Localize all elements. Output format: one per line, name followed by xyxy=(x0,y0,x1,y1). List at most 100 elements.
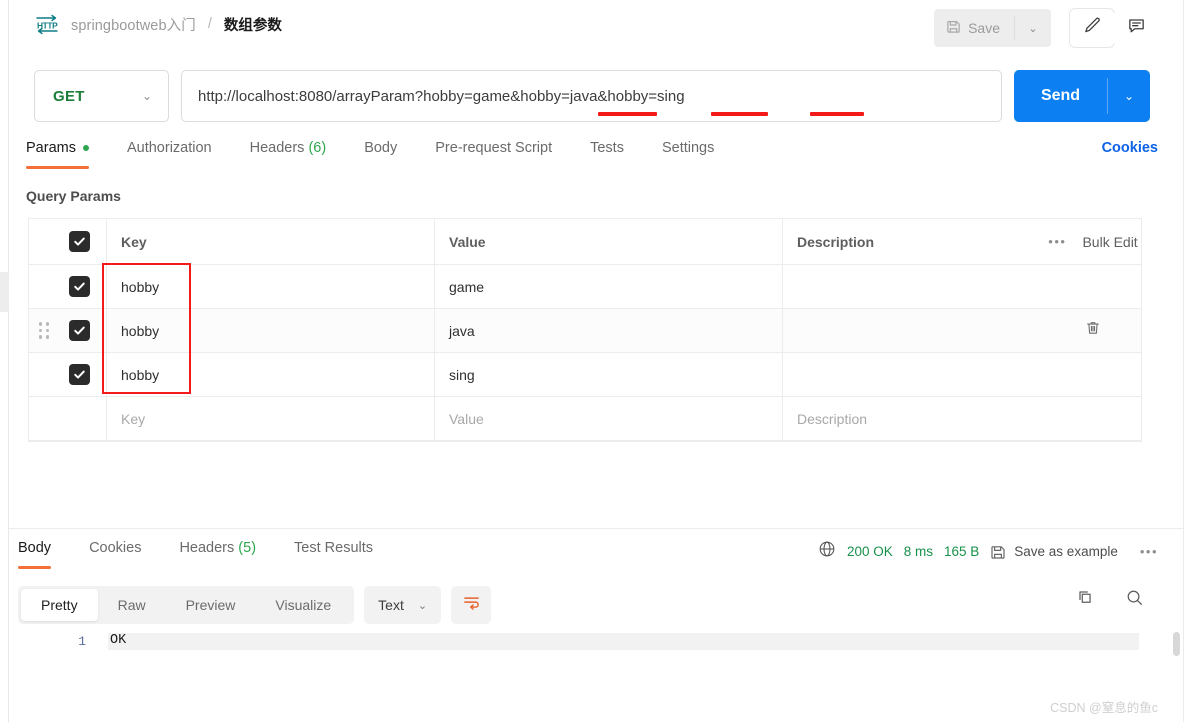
row-value-text: sing xyxy=(449,366,475,383)
ellipsis-icon[interactable]: ••• xyxy=(1140,545,1158,558)
header-actions: Save ⌄ xyxy=(934,9,1158,47)
bulk-edit-button[interactable]: Bulk Edit xyxy=(1082,234,1137,250)
params-modified-dot xyxy=(82,145,89,152)
chevron-down-icon: ⌄ xyxy=(417,599,428,612)
tab-tests[interactable]: Tests xyxy=(571,140,643,169)
placeholder-value-cell[interactable]: Value xyxy=(435,397,783,440)
placeholder-key-cell[interactable]: Key xyxy=(107,397,435,440)
save-group: Save ⌄ xyxy=(934,9,1051,47)
search-icon[interactable] xyxy=(1125,588,1144,612)
send-group: Send ⌄ xyxy=(1014,70,1150,122)
row-key-text: hobby xyxy=(121,322,160,339)
placeholder-checkbox-cell[interactable] xyxy=(59,397,107,440)
wrap-lines-button[interactable] xyxy=(451,586,492,624)
header-description-cell: Description xyxy=(783,219,1045,264)
tab-params[interactable]: Params xyxy=(26,140,108,169)
send-button[interactable]: Send xyxy=(1014,70,1107,122)
tab-headers-count: (6) xyxy=(308,140,327,156)
response-divider xyxy=(9,528,1184,529)
response-scrollbar[interactable] xyxy=(1173,632,1180,656)
tab-body[interactable]: Body xyxy=(345,140,416,169)
response-format-select[interactable]: Text ⌄ xyxy=(364,586,442,624)
tab-headers-label: Headers xyxy=(249,140,305,156)
checkbox-checked-icon[interactable] xyxy=(69,364,90,385)
trash-icon[interactable] xyxy=(1085,320,1101,341)
table-row: hobby game xyxy=(29,265,1141,309)
select-all-cell[interactable] xyxy=(59,219,107,264)
response-tab-body-label: Body xyxy=(18,540,52,556)
row-key-cell[interactable]: hobby xyxy=(107,265,435,308)
url-input[interactable]: http://localhost:8080/arrayParam?hobby=g… xyxy=(181,70,1002,122)
tab-pre-request-script[interactable]: Pre-request Script xyxy=(416,140,571,169)
row-value-cell[interactable]: java xyxy=(435,309,783,352)
row-key-cell[interactable]: hobby xyxy=(107,353,435,396)
sidebar-collapse-handle[interactable] xyxy=(0,272,9,312)
tab-headers[interactable]: Headers (6) xyxy=(231,140,346,169)
response-tab-body[interactable]: Body xyxy=(18,540,70,569)
method-select[interactable]: GET ⌄ xyxy=(34,70,169,122)
tab-tests-label: Tests xyxy=(590,140,624,156)
response-body-text: OK xyxy=(110,633,127,648)
response-status: 200 OK xyxy=(846,544,893,559)
row-value-cell[interactable]: game xyxy=(435,265,783,308)
view-mode-pretty[interactable]: Pretty xyxy=(21,589,98,621)
row-checkbox-cell[interactable] xyxy=(59,309,107,352)
row-key-text: hobby xyxy=(121,366,160,383)
comment-button[interactable] xyxy=(1114,9,1158,47)
copy-icon[interactable] xyxy=(1076,588,1095,612)
row-description-cell[interactable] xyxy=(783,353,1045,396)
placeholder-actions-cell xyxy=(1045,397,1141,440)
row-description-cell[interactable] xyxy=(783,265,1045,308)
url-text: http://localhost:8080/arrayParam?hobby=g… xyxy=(198,87,685,105)
table-row: hobby sing xyxy=(29,353,1141,397)
row-key-cell[interactable]: hobby xyxy=(107,309,435,352)
row-checkbox-cell[interactable] xyxy=(59,353,107,396)
globe-icon[interactable] xyxy=(818,540,836,563)
response-tab-cookies[interactable]: Cookies xyxy=(70,540,160,569)
placeholder-description-text: Description xyxy=(797,410,868,427)
view-mode-preview[interactable]: Preview xyxy=(166,589,256,621)
breadcrumb-folder[interactable]: springbootweb入门 xyxy=(71,14,196,35)
tab-settings[interactable]: Settings xyxy=(643,140,733,169)
query-params-title: Query Params xyxy=(26,188,121,204)
checkbox-checked-icon[interactable] xyxy=(69,276,90,297)
edit-button[interactable] xyxy=(1070,9,1114,47)
row-actions-cell xyxy=(1045,309,1141,352)
ellipsis-icon[interactable]: ••• xyxy=(1048,235,1066,248)
row-handle-cell[interactable] xyxy=(29,309,59,352)
checkbox-checked-icon[interactable] xyxy=(69,231,90,252)
view-mode-visualize[interactable]: Visualize xyxy=(255,589,351,621)
pencil-icon xyxy=(1083,16,1102,40)
row-value-text: java xyxy=(449,322,475,339)
placeholder-description-cell[interactable]: Description xyxy=(783,397,1045,440)
save-dropdown-button[interactable]: ⌄ xyxy=(1015,9,1051,47)
row-actions-cell xyxy=(1045,353,1141,396)
row-value-cell[interactable]: sing xyxy=(435,353,783,396)
save-label: Save xyxy=(968,20,1000,36)
send-dropdown-button[interactable]: ⌄ xyxy=(1108,70,1150,122)
view-mode-raw[interactable]: Raw xyxy=(98,589,166,621)
drag-handle-icon[interactable] xyxy=(38,322,50,339)
response-tab-test-results[interactable]: Test Results xyxy=(275,540,392,569)
tab-body-label: Body xyxy=(364,140,398,156)
placeholder-key-text: Key xyxy=(121,410,146,427)
header-key-cell: Key xyxy=(107,219,435,264)
response-body-tools xyxy=(1076,588,1144,612)
save-as-example-button[interactable]: Save as example xyxy=(1014,544,1118,559)
checkbox-checked-icon[interactable] xyxy=(69,320,90,341)
save-button[interactable]: Save xyxy=(934,9,1014,47)
row-description-cell[interactable] xyxy=(783,309,1045,352)
response-body-editor[interactable]: 1 OK xyxy=(18,630,1184,670)
row-checkbox-cell[interactable] xyxy=(59,265,107,308)
line-number: 1 xyxy=(78,634,86,649)
header-key-label: Key xyxy=(121,233,147,250)
save-icon xyxy=(946,19,961,37)
response-view-modes: Pretty Raw Preview Visualize xyxy=(18,586,355,624)
row-actions-cell xyxy=(1045,265,1141,308)
cookies-link[interactable]: Cookies xyxy=(1102,140,1158,156)
row-handle-cell xyxy=(29,265,59,308)
url-bar: GET ⌄ http://localhost:8080/arrayParam?h… xyxy=(34,70,1150,122)
response-tab-headers[interactable]: Headers (5) xyxy=(160,540,275,569)
tab-authorization[interactable]: Authorization xyxy=(108,140,231,169)
header-value-cell: Value xyxy=(435,219,783,264)
